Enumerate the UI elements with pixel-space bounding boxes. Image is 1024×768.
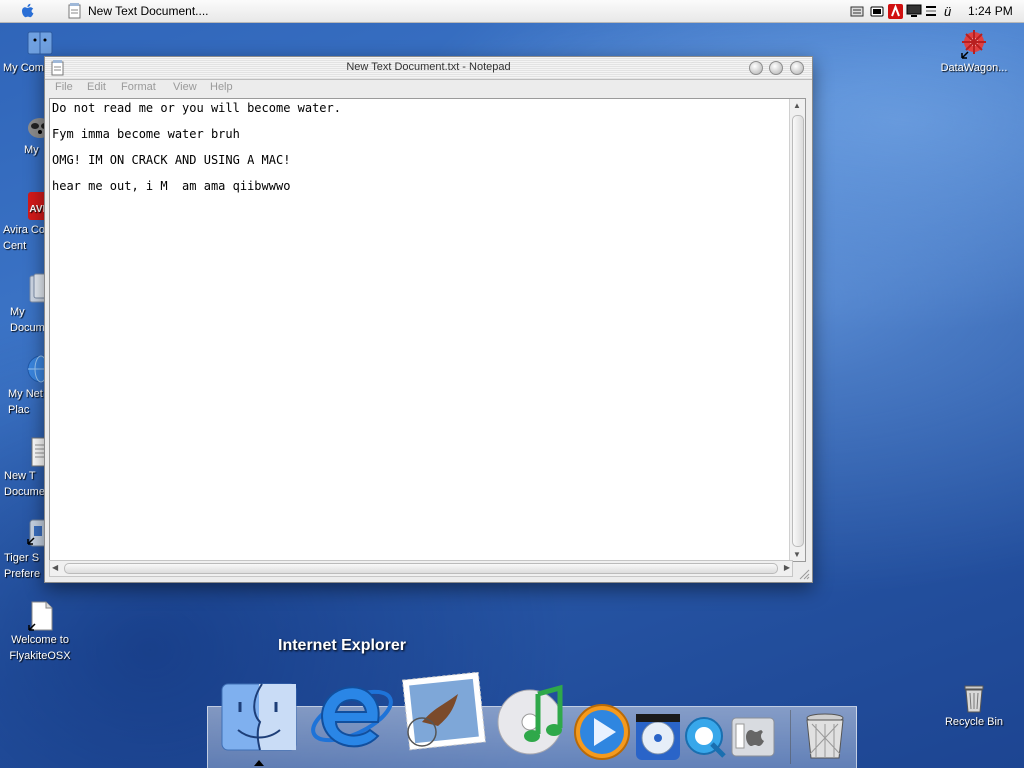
vertical-scroll-thumb[interactable] <box>792 115 804 547</box>
monitor-icon[interactable] <box>906 4 922 21</box>
apple-menu-icon[interactable] <box>20 2 36 20</box>
resize-grip-icon[interactable] <box>798 568 810 580</box>
desktop-icon-recycle-bin[interactable]: Recycle Bin <box>934 682 1014 730</box>
window-title: New Text Document.txt - Notepad <box>346 61 511 73</box>
dock-trash[interactable] <box>802 712 848 767</box>
dvd-player-icon <box>636 714 680 760</box>
active-app-title[interactable]: New Text Document.... <box>88 4 209 18</box>
document-shortcut-icon <box>24 600 56 632</box>
editor-content[interactable]: Do not read me or you will become water.… <box>52 101 341 205</box>
play-button-icon <box>574 704 630 760</box>
text-editor[interactable]: Do not read me or you will become water.… <box>49 98 806 562</box>
minimize-button[interactable] <box>749 61 763 75</box>
dock-media-player[interactable] <box>572 702 632 767</box>
menu-help[interactable]: Help <box>210 81 233 93</box>
dock-itunes[interactable] <box>494 684 572 761</box>
scroll-left-arrow-icon[interactable]: ◀ <box>52 563 58 572</box>
mail-stamp-icon <box>402 671 486 751</box>
dock-internet-explorer[interactable] <box>306 666 398 763</box>
dock-mail[interactable] <box>402 671 486 757</box>
trash-icon <box>806 713 844 759</box>
menu-file[interactable]: File <box>55 81 73 93</box>
desktop-icon-welcome[interactable]: Welcome to FlyakiteOSX <box>0 600 80 664</box>
close-button[interactable] <box>790 61 804 75</box>
text-line: hear me out, i M am ama qiibwwwo <box>52 179 291 193</box>
itunes-icon <box>497 684 563 755</box>
trash-can-icon <box>958 682 990 714</box>
scroll-down-arrow-icon[interactable]: ▼ <box>793 550 801 559</box>
internet-explorer-icon <box>311 686 393 748</box>
zoom-button[interactable] <box>769 61 783 75</box>
keyboard-icon[interactable] <box>850 4 864 21</box>
volume-icon[interactable] <box>924 4 938 21</box>
horizontal-scrollbar[interactable]: ◀ ▶ <box>49 560 793 577</box>
system-preferences-icon <box>731 717 775 757</box>
menu-edit[interactable]: Edit <box>87 81 106 93</box>
menu-strip: File Edit Format View Help <box>45 79 812 97</box>
horizontal-scroll-thumb[interactable] <box>64 563 778 574</box>
text-line: OMG! IM ON CRACK AND USING A MAC! <box>52 153 291 167</box>
text-line: Do not read me or you will become water. <box>52 101 341 115</box>
text-line: Fym imma become water bruh <box>52 127 240 141</box>
running-indicator-icon <box>254 760 264 766</box>
dock-finder[interactable] <box>220 682 298 759</box>
menu-bar: New Text Document.... ü 1:24 PM <box>0 0 1024 23</box>
vertical-scrollbar[interactable]: ▲ ▼ <box>789 99 805 561</box>
finder-icon <box>221 683 297 751</box>
scroll-up-arrow-icon[interactable]: ▲ <box>793 101 801 110</box>
desktop-icon-datawagon[interactable]: DataWagon... <box>934 28 1014 76</box>
dock-system-preferences[interactable] <box>730 716 776 763</box>
clock[interactable]: 1:24 PM <box>968 4 1013 18</box>
window-title-bar[interactable]: New Text Document.txt - Notepad <box>45 57 812 80</box>
notepad-window[interactable]: New Text Document.txt - Notepad File Edi… <box>44 56 813 583</box>
datawagon-icon <box>958 28 990 60</box>
dock-quicktime[interactable] <box>684 714 728 765</box>
scroll-right-arrow-icon[interactable]: ▶ <box>784 563 790 572</box>
menu-format[interactable]: Format <box>121 81 156 93</box>
battery-icon[interactable] <box>870 4 884 21</box>
avira-tray-icon[interactable] <box>888 4 903 22</box>
input-language-indicator[interactable]: ü <box>944 4 951 19</box>
dock-separator <box>790 710 791 764</box>
dock-tooltip: Internet Explorer <box>278 637 407 654</box>
quicktime-icon <box>685 717 726 758</box>
dock-dvd-player[interactable] <box>634 712 682 767</box>
menu-view[interactable]: View <box>173 81 197 93</box>
notepad-app-icon <box>68 3 81 19</box>
